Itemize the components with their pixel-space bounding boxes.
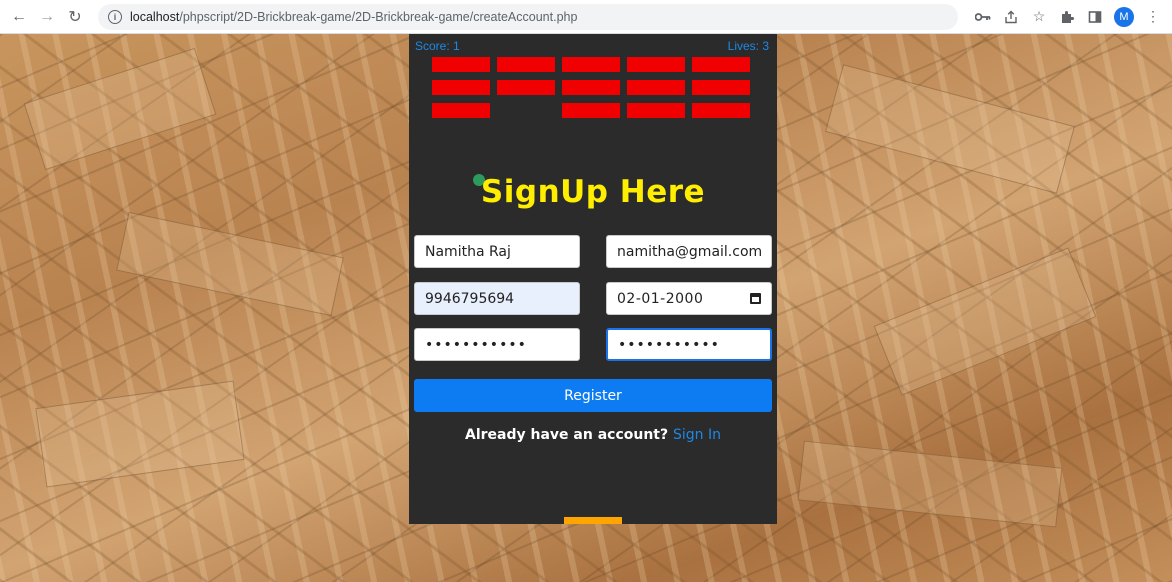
share-icon[interactable]: [1002, 8, 1020, 26]
confirm-password-field[interactable]: •••••••••••: [606, 328, 772, 361]
paddle[interactable]: [564, 517, 622, 524]
confirm-password-value: •••••••••••: [618, 336, 720, 353]
brick: [627, 103, 685, 118]
reload-icon[interactable]: ↻: [62, 4, 88, 30]
brick: [497, 80, 555, 95]
game-canvas[interactable]: Score: 1 Lives: 3 SignUp Here Namitha Ra…: [409, 34, 777, 524]
wood-chip: [116, 211, 344, 317]
calendar-icon[interactable]: [750, 293, 761, 304]
info-icon[interactable]: i: [108, 9, 122, 24]
key-icon[interactable]: [974, 8, 992, 26]
brick: [432, 80, 490, 95]
url-path: /phpscript/2D-Brickbreak-game/2D-Brickbr…: [179, 9, 578, 24]
wood-chip: [35, 380, 245, 488]
signin-link[interactable]: Sign In: [673, 427, 721, 443]
url-text[interactable]: localhost/phpscript/2D-Brickbreak-game/2…: [130, 10, 577, 24]
brick: [432, 103, 490, 118]
password-value: •••••••••••: [425, 336, 527, 353]
profile-avatar[interactable]: M: [1114, 6, 1134, 27]
score-label: Score: 1: [415, 39, 460, 53]
phone-field[interactable]: 9946795694: [414, 282, 580, 315]
brick: [627, 57, 685, 72]
menu-icon[interactable]: ⋮: [1144, 8, 1162, 26]
wood-chip: [23, 47, 217, 171]
brick: [432, 57, 490, 72]
url-host: localhost: [130, 9, 180, 24]
dob-value: 02-01-2000: [617, 290, 704, 307]
extensions-icon[interactable]: [1058, 8, 1076, 26]
password-field[interactable]: •••••••••••: [414, 328, 580, 361]
page-viewport: Score: 1 Lives: 3 SignUp Here Namitha Ra…: [0, 34, 1172, 582]
dob-field[interactable]: 02-01-2000: [606, 282, 772, 315]
sidepanel-icon[interactable]: [1086, 8, 1104, 26]
wood-chip: [873, 247, 1097, 396]
nav-buttons: ← → ↻: [6, 4, 88, 30]
signin-prompt-text: Already have an account?: [465, 427, 669, 443]
brick: [562, 103, 620, 118]
email-field[interactable]: namitha@gmail.com: [606, 235, 772, 268]
back-icon[interactable]: ←: [6, 4, 32, 30]
brick: [562, 57, 620, 72]
toolbar-actions: ☆ M ⋮: [974, 6, 1162, 27]
browser-toolbar: ← → ↻ i localhost/phpscript/2D-Brickbrea…: [0, 0, 1172, 34]
forward-icon[interactable]: →: [34, 4, 60, 30]
brick: [692, 57, 750, 72]
signin-prompt: Already have an account? Sign In: [409, 427, 777, 443]
name-value: Namitha Raj: [425, 243, 511, 260]
brick: [562, 80, 620, 95]
brick: [497, 57, 555, 72]
brick: [627, 80, 685, 95]
email-value: namitha@gmail.com: [617, 243, 763, 260]
lives-label: Lives: 3: [727, 39, 769, 53]
register-button[interactable]: Register: [414, 379, 772, 412]
wood-chip: [825, 64, 1075, 194]
star-icon[interactable]: ☆: [1030, 8, 1048, 26]
name-field[interactable]: Namitha Raj: [414, 235, 580, 268]
wood-chip: [797, 440, 1063, 528]
page-title: SignUp Here: [480, 174, 706, 210]
address-bar[interactable]: i localhost/phpscript/2D-Brickbreak-game…: [98, 3, 958, 30]
brick: [692, 80, 750, 95]
phone-value: 9946795694: [425, 290, 515, 307]
brick: [692, 103, 750, 118]
